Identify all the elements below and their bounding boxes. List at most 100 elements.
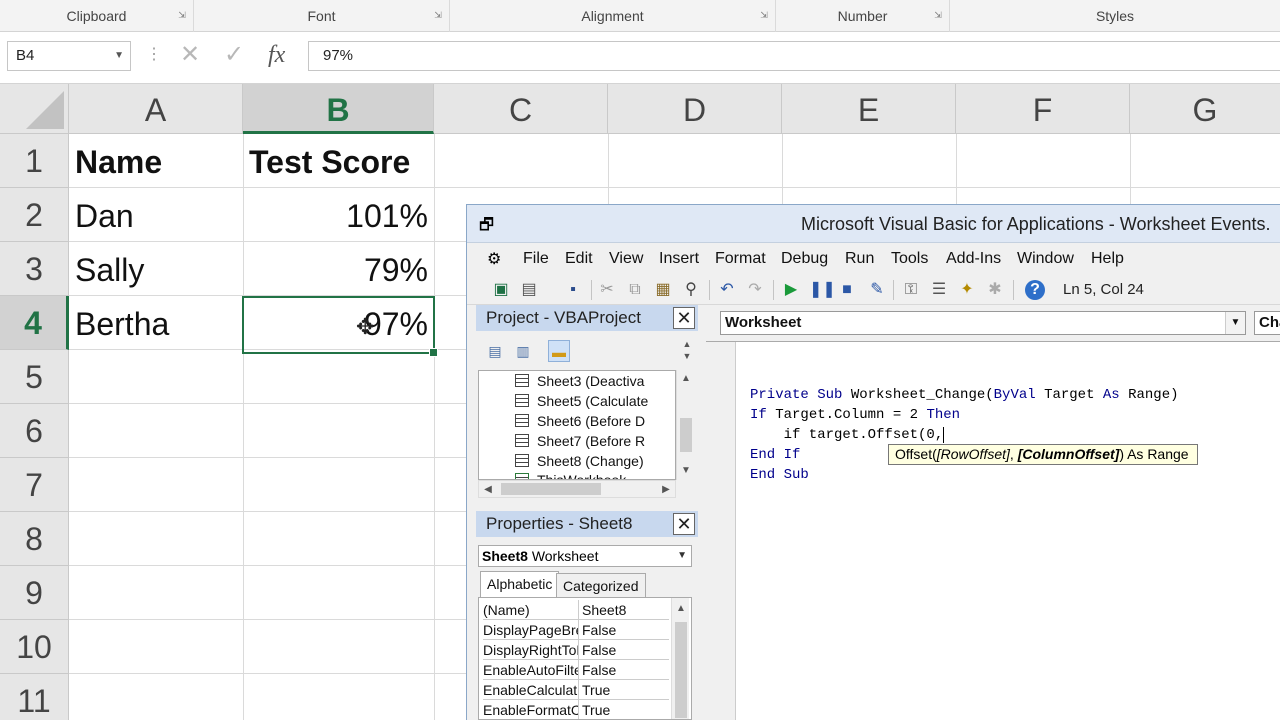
scroll-arrows-icon[interactable]: ▲ ▼	[678, 338, 696, 364]
enter-icon[interactable]: ✓	[224, 40, 244, 69]
select-all-button[interactable]	[0, 84, 69, 134]
properties-scrollbar[interactable]: ▲	[671, 598, 689, 719]
menu-add-ins[interactable]: Add-Ins	[946, 243, 1001, 275]
property-value[interactable]: False	[582, 640, 616, 660]
column-header-b[interactable]: B	[243, 84, 434, 134]
chevron-down-icon[interactable]: ▼	[677, 546, 687, 566]
insert-function-button[interactable]: fx	[268, 42, 285, 69]
row-header-4[interactable]: 4	[0, 296, 69, 350]
property-value[interactable]: Sheet8	[582, 600, 626, 620]
column-header-g[interactable]: G	[1130, 84, 1280, 134]
vba-title-bar[interactable]: 🗗 Microsoft Visual Basic for Application…	[467, 205, 1280, 243]
vba-menu-icon[interactable]: ⚙	[487, 249, 501, 269]
run-icon[interactable]: ▶	[781, 280, 801, 300]
tree-item-sheet7[interactable]: Sheet7 (Before R	[515, 431, 645, 451]
properties-window-icon[interactable]: ☰	[929, 280, 949, 300]
code-editor[interactable]: Private Sub Worksheet_Change(ByVal Targe…	[706, 341, 1280, 720]
column-header-e[interactable]: E	[782, 84, 956, 134]
menu-window[interactable]: Window	[1017, 243, 1074, 275]
design-mode-icon[interactable]: ✎	[867, 280, 887, 300]
cell-b2[interactable]: 101%	[243, 188, 434, 242]
column-header-d[interactable]: D	[608, 84, 782, 134]
menu-tools[interactable]: Tools	[891, 243, 928, 275]
menu-edit[interactable]: Edit	[565, 243, 593, 275]
code-line[interactable]: Private Sub Worksheet_Change(ByVal Targe…	[750, 385, 1179, 405]
property-row[interactable]: EnableAutoFilter False	[483, 660, 669, 680]
toolbox-icon[interactable]: ✱	[985, 280, 1005, 300]
help-icon[interactable]: ?	[1025, 280, 1045, 300]
tree-item-sheet5[interactable]: Sheet5 (Calculate	[515, 391, 648, 411]
menu-file[interactable]: File	[523, 243, 549, 275]
property-row[interactable]: DisplayRightToL False	[483, 640, 669, 660]
scroll-left-icon[interactable]: ◀	[479, 481, 497, 499]
property-row[interactable]: EnableCalculatic True	[483, 680, 669, 700]
tree-item-sheet6[interactable]: Sheet6 (Before D	[515, 411, 645, 431]
property-row[interactable]: DisplayPageBreaFalse	[483, 620, 669, 640]
row-header-5[interactable]: 5	[0, 350, 69, 404]
paste-icon[interactable]: ▦	[653, 280, 673, 300]
undo-icon[interactable]: ↶	[717, 280, 737, 300]
tab-alphabetic[interactable]: Alphabetic	[480, 571, 560, 597]
cell-b1[interactable]: Test Score	[243, 134, 434, 188]
insert-module-icon[interactable]: ▤	[519, 280, 539, 300]
chevron-down-icon[interactable]: ▼	[1225, 312, 1245, 334]
code-line[interactable]: If Target.Column = 2 Then	[750, 405, 960, 425]
dialog-launcher-icon[interactable]: ⇲	[759, 11, 769, 21]
property-value[interactable]: False	[582, 620, 616, 640]
menu-help[interactable]: Help	[1091, 243, 1124, 275]
scroll-right-icon[interactable]: ▶	[657, 481, 675, 499]
row-header-3[interactable]: 3	[0, 242, 69, 296]
save-icon[interactable]: ▪	[563, 280, 583, 300]
tree-item-sheet8[interactable]: Sheet8 (Change)	[515, 451, 644, 471]
scroll-thumb[interactable]	[680, 418, 692, 452]
cell-a3[interactable]: Sally	[69, 242, 243, 296]
column-header-a[interactable]: A	[69, 84, 243, 134]
project-explorer-icon[interactable]: ⚿	[901, 280, 921, 300]
cut-icon[interactable]: ✂	[597, 280, 617, 300]
project-tree-hscrollbar[interactable]: ◀ ▶	[478, 480, 676, 498]
row-header-1[interactable]: 1	[0, 134, 69, 188]
column-header-c[interactable]: C	[434, 84, 608, 134]
property-value[interactable]: False	[582, 660, 616, 680]
view-code-icon[interactable]: ▤	[484, 340, 506, 362]
cancel-icon[interactable]: ✕	[180, 40, 200, 69]
code-line[interactable]: End Sub	[750, 465, 809, 485]
menu-debug[interactable]: Debug	[781, 243, 828, 275]
cell-a4[interactable]: Bertha	[69, 296, 243, 350]
name-box[interactable]: B4 ▼	[7, 41, 131, 71]
dialog-launcher-icon[interactable]: ⇲	[933, 11, 943, 21]
row-header-2[interactable]: 2	[0, 188, 69, 242]
code-line[interactable]: End If	[750, 445, 800, 465]
break-icon[interactable]: ❚❚	[809, 280, 836, 300]
property-value[interactable]: True	[582, 680, 610, 700]
view-object-icon[interactable]: ▥	[512, 340, 534, 362]
project-tree-scrollbar[interactable]: ▲ ▼	[676, 370, 694, 480]
menu-run[interactable]: Run	[845, 243, 874, 275]
cell-a1[interactable]: Name	[69, 134, 243, 188]
row-header-9[interactable]: 9	[0, 566, 69, 620]
row-header-11[interactable]: 11	[0, 674, 69, 720]
menu-format[interactable]: Format	[715, 243, 766, 275]
tree-item-sheet3[interactable]: Sheet3 (Deactiva	[515, 371, 644, 391]
code-margin[interactable]	[706, 342, 736, 720]
copy-icon[interactable]: ⧉	[625, 280, 645, 300]
row-header-7[interactable]: 7	[0, 458, 69, 512]
property-value[interactable]: True	[582, 700, 610, 719]
row-header-8[interactable]: 8	[0, 512, 69, 566]
dialog-launcher-icon[interactable]: ⇲	[177, 11, 187, 21]
close-icon[interactable]: ✕	[673, 307, 695, 329]
view-excel-icon[interactable]: ▣	[491, 280, 511, 300]
toggle-folders-icon[interactable]: ▬	[548, 340, 570, 362]
formula-input[interactable]: 97%	[308, 41, 1280, 71]
chevron-down-icon[interactable]: ▼	[114, 42, 124, 70]
object-selector[interactable]: Sheet8 Worksheet ▼	[478, 545, 692, 567]
menu-view[interactable]: View	[609, 243, 643, 275]
reset-icon[interactable]: ■	[837, 280, 857, 300]
property-row[interactable]: EnableFormatCo True	[483, 700, 669, 719]
dialog-launcher-icon[interactable]: ⇲	[433, 11, 443, 21]
redo-icon[interactable]: ↷	[745, 280, 765, 300]
row-header-6[interactable]: 6	[0, 404, 69, 458]
scroll-up-icon[interactable]: ▲	[677, 370, 695, 388]
object-browser-icon[interactable]: ✦	[957, 280, 977, 300]
cell-b3[interactable]: 79%	[243, 242, 434, 296]
